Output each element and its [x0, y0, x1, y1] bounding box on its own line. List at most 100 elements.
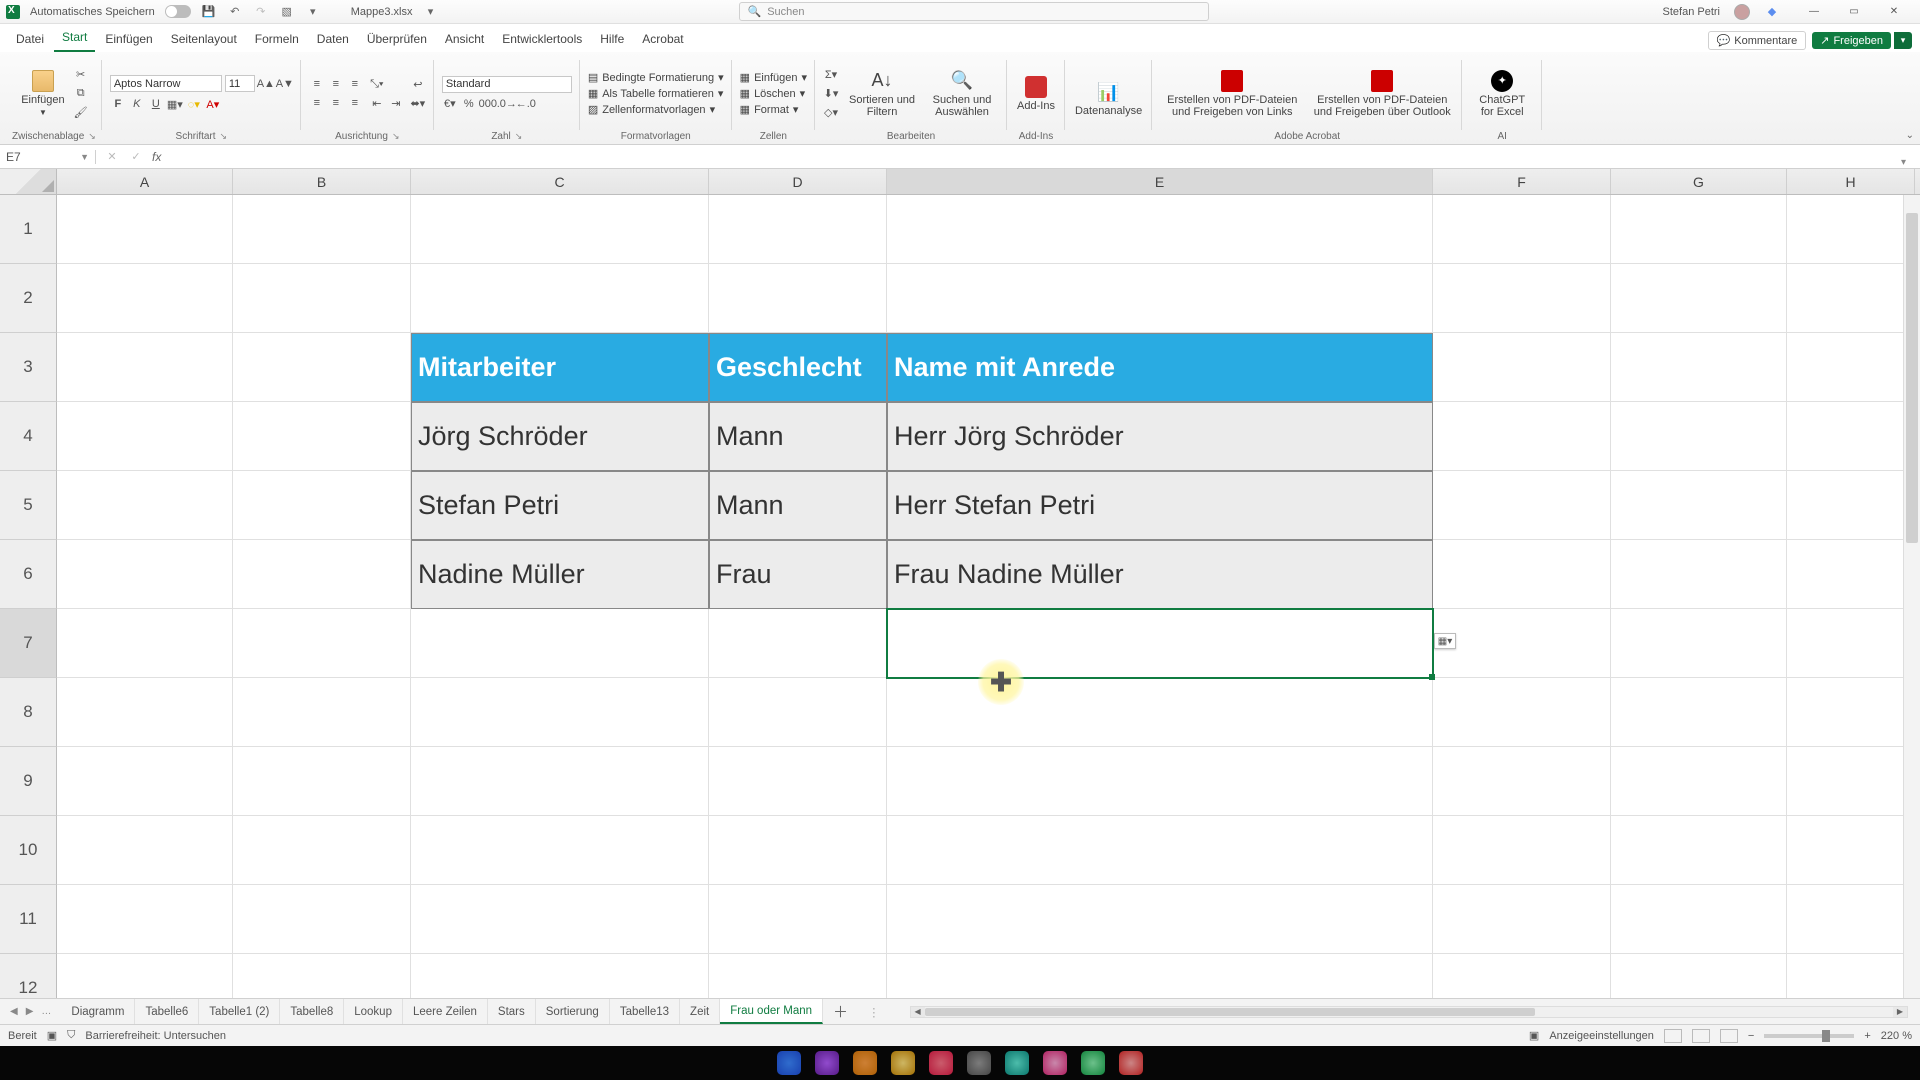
pdf-links-button[interactable]: Erstellen von PDF-Dateien und Freigeben …: [1160, 68, 1304, 120]
fill-icon[interactable]: ⬇▾: [823, 86, 839, 102]
sheet-tab[interactable]: Tabelle8: [280, 999, 344, 1024]
sheet-tab[interactable]: Tabelle13: [610, 999, 680, 1024]
sheet-tab[interactable]: Zeit: [680, 999, 720, 1024]
font-size-input[interactable]: [225, 75, 255, 92]
vertical-scrollbar[interactable]: [1903, 195, 1920, 998]
row-header[interactable]: 2: [0, 264, 57, 333]
zoom-slider[interactable]: [1764, 1034, 1854, 1038]
sheet-nav-next-icon[interactable]: ▶: [26, 1006, 34, 1017]
format-painter-icon[interactable]: 🖌: [73, 105, 89, 121]
col-header-F[interactable]: F: [1433, 169, 1611, 194]
thousands-icon[interactable]: 000: [480, 96, 496, 112]
cond-format-button[interactable]: ▤Bedingte Formatierung▾: [588, 71, 724, 84]
delete-cells-button[interactable]: ▦Löschen▾: [740, 87, 807, 100]
wrap-text-icon[interactable]: ↩: [410, 76, 426, 92]
table-cell[interactable]: Herr Jörg Schröder: [887, 402, 1433, 471]
file-name[interactable]: Mappe3.xlsx: [351, 6, 413, 18]
zoom-value[interactable]: 220 %: [1881, 1030, 1912, 1042]
indent-increase-icon[interactable]: ⇥: [388, 95, 404, 111]
hscroll-left-icon[interactable]: ◀: [911, 1007, 925, 1017]
select-all-corner[interactable]: [0, 169, 57, 194]
increase-font-icon[interactable]: A▲: [258, 76, 274, 92]
display-settings-label[interactable]: Anzeigeeinstellungen: [1549, 1030, 1654, 1042]
close-button[interactable]: ✕: [1874, 2, 1914, 22]
table-header[interactable]: Geschlecht: [709, 333, 887, 402]
cancel-formula-icon[interactable]: ✕: [104, 149, 120, 165]
italic-icon[interactable]: K: [129, 96, 145, 112]
bold-icon[interactable]: F: [110, 96, 126, 112]
addins-button[interactable]: Add-Ins: [1015, 74, 1057, 114]
taskbar-icon[interactable]: [1119, 1051, 1143, 1075]
sheet-nav-more-icon[interactable]: …: [41, 1006, 51, 1017]
table-cell[interactable]: Frau: [709, 540, 887, 609]
macro-record-icon[interactable]: ▣: [47, 1029, 57, 1042]
undo-icon[interactable]: ↶: [227, 4, 243, 20]
align-right-icon[interactable]: ≡: [347, 95, 363, 111]
tab-datei[interactable]: Datei: [8, 32, 52, 52]
minimize-button[interactable]: ―: [1794, 2, 1834, 22]
table-cell[interactable]: Herr Stefan Petri: [887, 471, 1433, 540]
horizontal-scrollbar[interactable]: ◀ ▶: [910, 1006, 1908, 1018]
underline-icon[interactable]: U: [148, 96, 164, 112]
fill-color-icon[interactable]: ◌▾: [186, 96, 202, 112]
taskbar-icon[interactable]: [815, 1051, 839, 1075]
dlg-launcher-icon[interactable]: ↘: [515, 131, 523, 142]
user-name[interactable]: Stefan Petri: [1663, 6, 1720, 18]
font-name-input[interactable]: [110, 75, 222, 92]
autosave-toggle[interactable]: [165, 5, 191, 18]
col-header-D[interactable]: D: [709, 169, 887, 194]
currency-icon[interactable]: €▾: [442, 96, 458, 112]
display-settings-icon[interactable]: ▣: [1529, 1029, 1539, 1042]
indent-decrease-icon[interactable]: ⇤: [369, 95, 385, 111]
cut-icon[interactable]: ✂: [73, 67, 89, 83]
table-cell[interactable]: Mann: [709, 402, 887, 471]
avatar[interactable]: [1734, 4, 1750, 20]
search-input[interactable]: 🔍 Suchen: [739, 2, 1209, 21]
name-box[interactable]: E7▼: [0, 150, 96, 164]
decrease-font-icon[interactable]: A▼: [277, 76, 293, 92]
merge-icon[interactable]: ⬌▾: [410, 95, 426, 111]
sheet-tab[interactable]: Leere Zeilen: [403, 999, 488, 1024]
sheet-tab[interactable]: Diagramm: [61, 999, 135, 1024]
table-cell[interactable]: Stefan Petri: [411, 471, 709, 540]
percent-icon[interactable]: %: [461, 96, 477, 112]
tab-ueberpruefen[interactable]: Überprüfen: [359, 32, 435, 52]
paste-button[interactable]: Einfügen ▼: [19, 68, 66, 119]
page-layout-view-icon[interactable]: [1692, 1029, 1710, 1043]
col-header-E[interactable]: E: [887, 169, 1433, 194]
row-header[interactable]: 4: [0, 402, 57, 471]
ribbon-collapse-icon[interactable]: ⌄: [1906, 130, 1914, 141]
cell-styles-button[interactable]: ▨Zellenformatvorlagen▾: [588, 103, 724, 116]
save-icon[interactable]: 💾: [201, 4, 217, 20]
zoom-in-icon[interactable]: +: [1864, 1030, 1870, 1042]
row-header[interactable]: 8: [0, 678, 57, 747]
diamond-icon[interactable]: ◆: [1764, 4, 1780, 20]
align-left-icon[interactable]: ≡: [309, 95, 325, 111]
camera-icon[interactable]: ▧: [279, 4, 295, 20]
row-header[interactable]: 12: [0, 954, 57, 998]
clear-icon[interactable]: ◇▾: [823, 105, 839, 121]
normal-view-icon[interactable]: [1664, 1029, 1682, 1043]
taskbar-icon[interactable]: [1081, 1051, 1105, 1075]
hscroll-right-icon[interactable]: ▶: [1893, 1007, 1907, 1017]
table-cell[interactable]: Frau Nadine Müller: [887, 540, 1433, 609]
borders-icon[interactable]: ▦▾: [167, 96, 183, 112]
maximize-button[interactable]: ▭: [1834, 2, 1874, 22]
sheet-tab[interactable]: Tabelle6: [135, 999, 199, 1024]
format-as-table-button[interactable]: ▦Als Tabelle formatieren▾: [588, 87, 724, 100]
row-header[interactable]: 7: [0, 609, 57, 678]
tab-start[interactable]: Start: [54, 30, 95, 52]
number-format-input[interactable]: [442, 76, 572, 93]
font-color-icon[interactable]: A▾: [205, 96, 221, 112]
comments-button[interactable]: 💬Kommentare: [1708, 31, 1807, 50]
add-sheet-button[interactable]: ＋: [823, 1001, 858, 1022]
taskbar-icon[interactable]: [891, 1051, 915, 1075]
row-header[interactable]: 1: [0, 195, 57, 264]
taskbar-icon[interactable]: [1005, 1051, 1029, 1075]
share-button[interactable]: ↗Freigeben: [1812, 32, 1891, 49]
dec-decimal-icon[interactable]: ←.0: [518, 96, 534, 112]
accessibility-label[interactable]: Barrierefreiheit: Untersuchen: [85, 1030, 226, 1042]
tab-hilfe[interactable]: Hilfe: [592, 32, 632, 52]
share-caret[interactable]: ▾: [1894, 32, 1912, 49]
col-header-B[interactable]: B: [233, 169, 411, 194]
